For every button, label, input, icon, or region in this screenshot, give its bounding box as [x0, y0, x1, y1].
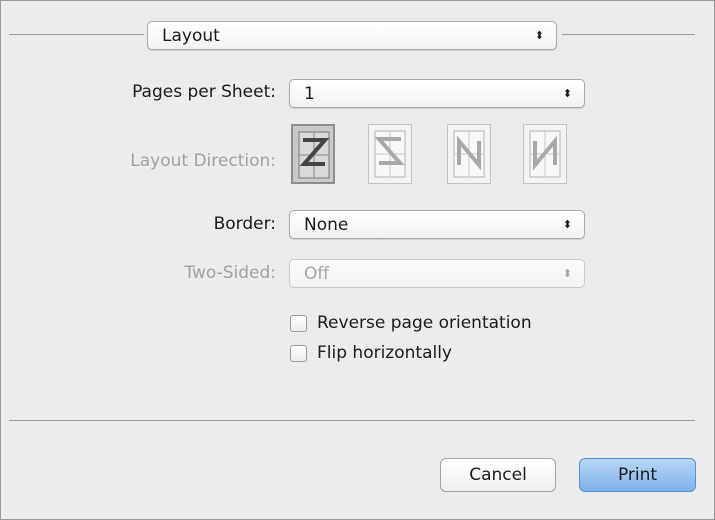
reverse-orientation-label: Reverse page orientation [317, 313, 532, 333]
popup-arrows-icon: ⬍ [562, 87, 572, 100]
print-button[interactable]: Print [579, 458, 696, 492]
flip-horizontally-row[interactable]: Flip horizontally [290, 343, 452, 363]
border-label: Border: [213, 214, 276, 234]
top-left-divider [9, 34, 144, 35]
pages-per-sheet-value: 1 [304, 84, 315, 104]
popup-arrows-icon: ⬍ [562, 218, 572, 231]
z-direction-icon [298, 131, 330, 179]
layout-direction-z-button[interactable] [291, 124, 335, 184]
section-popup-value: Layout [162, 26, 220, 46]
popup-arrows-icon: ⬍ [562, 267, 572, 280]
n-direction-icon [453, 130, 485, 178]
reverse-n-direction-icon [529, 130, 561, 178]
section-popup[interactable]: Layout ⬍ [147, 21, 557, 50]
layout-direction-reverse-z-button[interactable] [368, 124, 412, 184]
reverse-z-direction-icon [374, 130, 406, 178]
flip-horizontally-checkbox[interactable] [290, 344, 307, 362]
cancel-button[interactable]: Cancel [440, 458, 556, 492]
bottom-divider [9, 420, 695, 421]
border-popup[interactable]: None ⬍ [289, 210, 585, 239]
pages-per-sheet-label: Pages per Sheet: [132, 82, 276, 102]
reverse-orientation-checkbox[interactable] [290, 314, 307, 332]
top-right-divider [562, 34, 695, 35]
reverse-orientation-row[interactable]: Reverse page orientation [290, 313, 532, 333]
popup-arrows-icon: ⬍ [534, 29, 544, 42]
layout-direction-reverse-n-button[interactable] [523, 124, 567, 184]
layout-direction-n-button[interactable] [447, 124, 491, 184]
two-sided-label: Two-Sided: [184, 263, 276, 283]
two-sided-value: Off [304, 264, 330, 284]
flip-horizontally-label: Flip horizontally [317, 343, 452, 363]
pages-per-sheet-popup[interactable]: 1 ⬍ [289, 79, 585, 108]
layout-direction-label: Layout Direction: [130, 151, 276, 171]
border-value: None [304, 215, 349, 235]
two-sided-popup: Off ⬍ [289, 259, 585, 288]
print-layout-panel: Layout ⬍ Pages per Sheet: 1 ⬍ Layout Dir… [0, 0, 715, 520]
